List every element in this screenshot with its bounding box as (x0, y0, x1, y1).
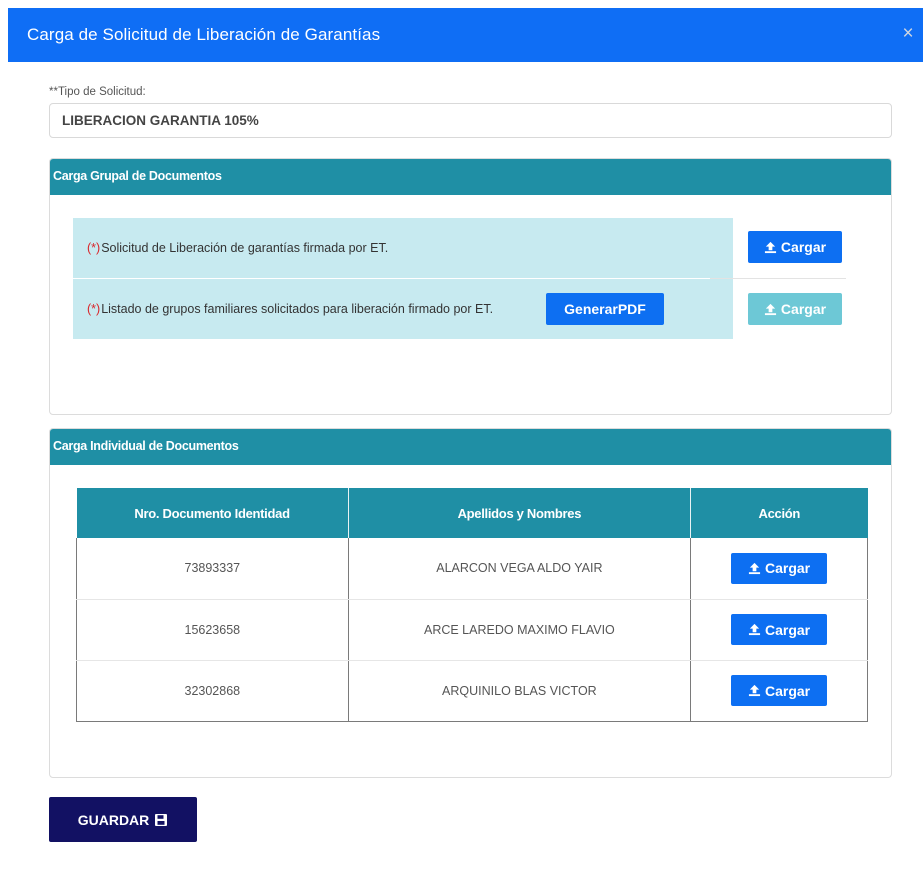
button-label: Cargar (780, 301, 827, 317)
column-header-nombres: Apellidos y Nombres (348, 488, 692, 538)
cargar-row-button[interactable]: Cargar (731, 675, 828, 706)
upload-icon (748, 562, 761, 574)
upload-icon (748, 623, 761, 636)
nombre-cell: ARCE LAREDO MAXIMO FLAVIO (348, 599, 692, 661)
button-label: GUARDAR (77, 811, 150, 828)
modal-header: Carga de Solicitud de Liberación de Gara… (8, 8, 923, 62)
button-label: Cargar (780, 239, 827, 255)
button-label: Cargar (764, 621, 811, 638)
documento-cell: 32302868 (76, 660, 349, 722)
tipo-solicitud-label: **Tipo de Solicitud: (49, 86, 146, 98)
generar-pdf-button[interactable]: GenerarPDF (546, 293, 664, 325)
button-label: Cargar (764, 682, 811, 699)
cargar-row-button[interactable]: Cargar (731, 614, 828, 645)
documento-cell: 15623658 (76, 599, 349, 661)
carga-grupal-panel: Carga Grupal de Documentos (*) Solicitud… (49, 158, 892, 415)
close-icon[interactable]: × (897, 23, 919, 45)
nombre-cell: ARQUINILO BLAS VICTOR (348, 660, 692, 722)
button-label: GenerarPDF (564, 301, 646, 317)
column-header-accion: Acción (690, 488, 868, 538)
upload-icon (748, 684, 761, 697)
required-mark: (*) (87, 302, 101, 316)
upload-icon (764, 241, 776, 253)
required-mark: (*) (87, 241, 101, 255)
cargar-listado-button[interactable]: Cargar (748, 293, 842, 325)
table-row: 15623658 ARCE LAREDO MAXIMO FLAVIO Carga… (76, 599, 868, 661)
upload-icon (764, 303, 776, 315)
doc-row-label: (*) Solicitud de Liberación de garantías… (73, 218, 733, 278)
cargar-solicitud-button[interactable]: Cargar (748, 231, 842, 263)
tipo-solicitud-select[interactable]: LIBERACION GARANTIA 105% (49, 103, 892, 138)
accion-cell: Cargar (690, 538, 868, 600)
guardar-button[interactable]: GUARDAR (49, 797, 197, 842)
carga-individual-heading: Carga Individual de Documentos (50, 429, 891, 465)
button-label: Cargar (764, 560, 811, 577)
accion-cell: Cargar (690, 660, 868, 722)
documentos-table: Nro. Documento Identidad Apellidos y Nom… (76, 488, 868, 722)
doc-label: Listado de grupos familiares solicitados… (101, 302, 494, 316)
table-header-row: Nro. Documento Identidad Apellidos y Nom… (76, 488, 868, 538)
nombre-cell: ALARCON VEGA ALDO YAIR (348, 538, 692, 600)
carga-individual-panel: Carga Individual de Documentos Nro. Docu… (49, 428, 892, 778)
doc-label: Solicitud de Liberación de garantías fir… (101, 241, 389, 255)
modal-title: Carga de Solicitud de Liberación de Gara… (27, 25, 381, 44)
column-header-documento: Nro. Documento Identidad (76, 488, 349, 538)
floppy-disk-icon (155, 813, 168, 826)
cargar-row-button[interactable]: Cargar (731, 552, 828, 584)
table-row: 32302868 ARQUINILO BLAS VICTOR Cargar (76, 660, 868, 722)
table-row: 73893337 ALARCON VEGA ALDO YAIR Cargar (76, 538, 868, 600)
documento-cell: 73893337 (76, 538, 349, 600)
accion-cell: Cargar (690, 599, 868, 661)
carga-grupal-heading: Carga Grupal de Documentos (50, 159, 891, 195)
